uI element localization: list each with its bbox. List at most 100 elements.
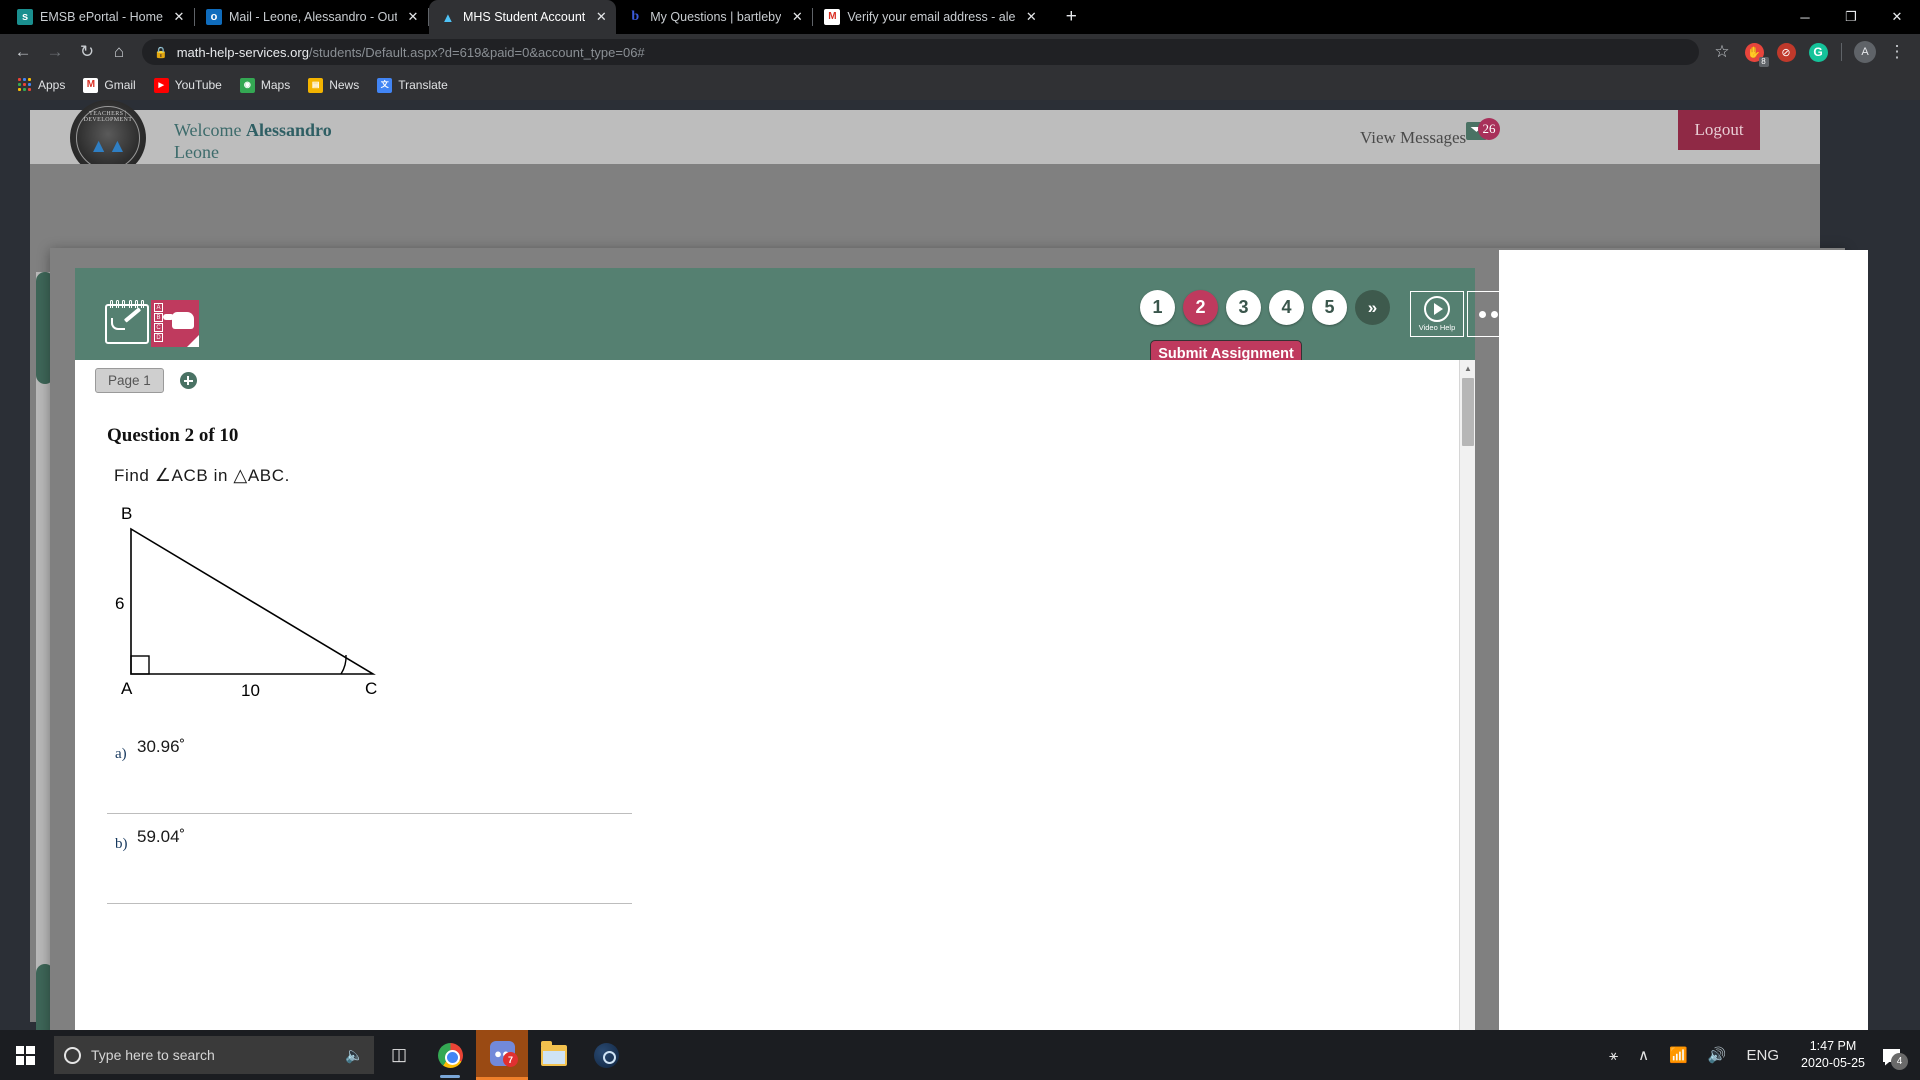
next-questions-icon[interactable]: » (1355, 290, 1390, 325)
tab-title: Mail - Leone, Alessandro - Outlo (228, 10, 397, 24)
home-icon[interactable]: ⌂ (104, 37, 134, 67)
tool-icons-group: A B C D (105, 298, 199, 347)
chrome-taskbar-icon[interactable] (424, 1030, 476, 1080)
bookmark-star-icon[interactable]: ☆ (1707, 37, 1737, 67)
browser-tab-5[interactable]: M Verify your email address - alexle ✕ (813, 0, 1046, 34)
file-explorer-taskbar-icon[interactable] (528, 1030, 580, 1080)
browser-tab-4[interactable]: b My Questions | bartleby ✕ (616, 0, 812, 34)
close-icon[interactable]: ✕ (788, 8, 806, 26)
triangle-figure: B A C 6 10 (103, 497, 403, 717)
language-indicator[interactable]: ENG (1737, 1030, 1790, 1080)
url-text: math-help-services.org/students/Default.… (177, 45, 645, 60)
triangle-symbol: △ (233, 465, 248, 485)
extension-badge: 8 (1758, 56, 1769, 67)
clock[interactable]: 1:47 PM 2020-05-25 (1789, 1030, 1877, 1080)
question-bubble-3[interactable]: 3 (1226, 290, 1261, 325)
maps-icon: ◉ (239, 77, 255, 93)
browser-tab-3-active[interactable]: ▲ MHS Student Account ✕ (428, 0, 617, 34)
messages-badge: 26 (1478, 118, 1500, 140)
bookmark-label: Maps (260, 78, 291, 92)
gmail-icon: M (83, 77, 99, 93)
question-bubble-5[interactable]: 5 (1312, 290, 1347, 325)
bookmark-maps[interactable]: ◉ Maps (232, 75, 298, 96)
tab-title: Verify your email address - alexle (847, 10, 1016, 24)
start-button[interactable] (0, 1030, 50, 1080)
bookmark-news[interactable]: ▤ News (300, 75, 367, 96)
back-icon[interactable]: ← (8, 37, 38, 67)
close-icon[interactable]: ✕ (1022, 8, 1040, 26)
video-help-button[interactable]: Video Help (1410, 291, 1464, 337)
scroll-up-icon[interactable]: ▲ (1460, 360, 1476, 376)
assignment-toolbar: A B C D 1 2 3 4 5 » Submit Assignment Vi… (75, 268, 1521, 367)
worksheet-scrollbar[interactable]: ▲ ▼ (1459, 360, 1475, 1030)
search-placeholder: Type here to search (91, 1047, 215, 1063)
show-hidden-icons-chevron-icon[interactable]: ∧ (1628, 1030, 1659, 1080)
answer-value: 30.96˚ (137, 737, 186, 756)
bookmark-label: Apps (38, 78, 66, 92)
volume-icon[interactable]: 🔊 (1698, 1030, 1737, 1080)
browser-tab-1[interactable]: s EMSB ePortal - Home ✕ (6, 0, 194, 34)
microphone-icon[interactable]: 🔈 (345, 1046, 364, 1064)
clock-date: 2020-05-25 (1801, 1056, 1865, 1070)
welcome-last-name: Leone (174, 142, 219, 162)
multiple-choice-hand-icon[interactable]: A B C D (151, 298, 199, 347)
maximize-icon[interactable]: ❐ (1828, 0, 1874, 34)
bookmark-youtube[interactable]: ▶ YouTube (146, 75, 230, 96)
chrome-glyph (437, 1042, 463, 1068)
question-bubble-1[interactable]: 1 (1140, 290, 1175, 325)
new-tab-button[interactable]: + (1056, 3, 1086, 31)
reload-icon[interactable]: ↻ (72, 37, 102, 67)
close-icon[interactable]: ✕ (592, 8, 610, 26)
forward-icon[interactable]: → (40, 37, 70, 67)
page-tab-1[interactable]: Page 1 (95, 368, 164, 393)
bookmark-label: Gmail (104, 78, 136, 92)
vertex-label-C: C (365, 679, 377, 698)
bookmark-gmail[interactable]: M Gmail (75, 75, 143, 96)
vertex-label-A: A (121, 679, 133, 698)
logout-button[interactable]: Logout (1678, 110, 1760, 150)
bookmark-label: Translate (398, 78, 448, 92)
search-input[interactable]: Type here to search 🔈 (54, 1036, 374, 1074)
answer-option-b[interactable]: b) 59.04˚ (107, 814, 632, 904)
welcome-message: Welcome Alessandro Leone (174, 120, 332, 163)
bookmark-translate[interactable]: 文 Translate (369, 75, 456, 96)
question-bubble-4[interactable]: 4 (1269, 290, 1304, 325)
notepad-pencil-icon[interactable] (105, 298, 149, 347)
hand-glyph: ✋ 8 (1744, 42, 1769, 67)
question-prompt: Find ∠ACB in △ABC. (114, 465, 290, 486)
extension-adblock-shield-icon[interactable]: ⊘ (1771, 37, 1801, 67)
browser-tab-2[interactable]: o Mail - Leone, Alessandro - Outlo ✕ (195, 0, 428, 34)
people-icon[interactable]: ⚹ (1599, 1030, 1628, 1080)
address-bar[interactable]: 🔒 math-help-services.org/students/Defaul… (142, 39, 1699, 65)
avatar: A (1854, 41, 1876, 63)
discord-taskbar-icon[interactable]: ●● 7 (476, 1030, 528, 1080)
task-view-button[interactable]: ◫ (374, 1030, 424, 1080)
url-host: math-help-services.org (176, 44, 309, 60)
tab-title: MHS Student Account (462, 10, 586, 24)
angle-name: ACB (171, 466, 209, 485)
view-messages-link[interactable]: View Messages (1360, 128, 1466, 148)
chrome-menu-icon[interactable]: ⋮ (1882, 37, 1912, 67)
extension-hand-icon[interactable]: ✋ 8 (1739, 37, 1769, 67)
close-icon[interactable]: ✕ (170, 8, 188, 26)
notification-center-icon[interactable]: 4 (1877, 1030, 1914, 1080)
minimize-icon[interactable]: ─ (1782, 0, 1828, 34)
vertex-label-B: B (121, 504, 132, 523)
question-bubble-2-current[interactable]: 2 (1183, 290, 1218, 325)
steam-taskbar-icon[interactable] (580, 1030, 632, 1080)
bookmark-apps[interactable]: Apps (10, 75, 73, 95)
hand-shape (163, 312, 194, 329)
option-d: D (154, 333, 163, 342)
profile-avatar[interactable]: A (1850, 37, 1880, 67)
scrollbar-thumb[interactable] (1462, 378, 1474, 446)
answer-letter: b) (115, 836, 128, 852)
white-overlay-panel (1499, 250, 1868, 1030)
prompt-find: Find (114, 466, 155, 485)
close-window-icon[interactable]: ✕ (1874, 0, 1920, 34)
toolbar-divider (1841, 43, 1842, 61)
wifi-icon[interactable]: 📶 (1659, 1030, 1698, 1080)
extension-grammarly-icon[interactable]: G (1803, 37, 1833, 67)
answer-option-a[interactable]: a) 30.96˚ (107, 724, 632, 814)
add-page-button[interactable] (179, 372, 197, 389)
close-icon[interactable]: ✕ (404, 8, 422, 26)
